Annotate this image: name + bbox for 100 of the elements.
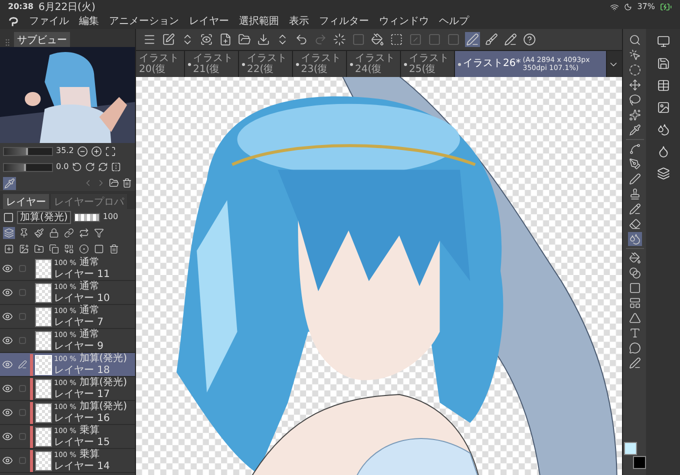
layer-action-button[interactable]: [18, 243, 30, 255]
document-tab[interactable]: イラスト20(復: [136, 51, 185, 77]
app-logo-icon[interactable]: [8, 16, 19, 27]
layer-action-button[interactable]: [48, 243, 60, 255]
eye-icon: [2, 287, 13, 298]
layer-mode-button[interactable]: [63, 227, 75, 239]
pointer-icon: [628, 49, 640, 61]
square-icon: [428, 33, 441, 46]
menu-item[interactable]: ファイル: [29, 16, 69, 26]
tool-button[interactable]: [628, 356, 642, 370]
document-tab[interactable]: イラスト24(復: [347, 51, 401, 77]
menu-item[interactable]: フィルター: [319, 16, 369, 26]
menu-item[interactable]: 選択範囲: [239, 16, 279, 26]
document-tab[interactable]: イラスト25(復: [401, 51, 455, 77]
square-icon: [94, 244, 104, 254]
layer-blend-mode: 加算(発光): [79, 353, 128, 364]
layer-mode-button[interactable]: [78, 227, 90, 239]
toolbar-button[interactable]: [389, 32, 404, 47]
main-color-swatch[interactable]: [624, 442, 636, 455]
tool-button[interactable]: [628, 341, 642, 355]
tool-button[interactable]: [628, 266, 642, 280]
rotation-slider[interactable]: [3, 162, 53, 172]
tool-button[interactable]: [628, 63, 642, 77]
document-tab[interactable]: イラスト21(復: [185, 51, 239, 77]
tool-button[interactable]: [628, 172, 642, 186]
layer-blend-mode: 通常: [79, 305, 100, 316]
eye-icon: [2, 383, 13, 394]
redo-icon: [314, 33, 327, 46]
droplets-icon: [628, 233, 640, 245]
layer-name: レイヤー 14: [54, 461, 111, 472]
layer-mode-button[interactable]: [93, 227, 105, 239]
layer-name: レイヤー 9: [54, 341, 105, 352]
layer-name: レイヤー 10: [54, 293, 111, 304]
pen-icon: [18, 360, 26, 369]
menu-item[interactable]: ヘルプ: [439, 16, 469, 26]
eyedropper-button[interactable]: [3, 176, 16, 190]
layer-thumbnail: [35, 258, 52, 278]
layer-action-button[interactable]: [33, 243, 45, 255]
subview-tab[interactable]: サブビュー: [14, 32, 70, 47]
eye-icon: [2, 335, 13, 346]
panel-tab[interactable]: レイヤー: [3, 194, 49, 209]
tool-button[interactable]: [628, 187, 642, 201]
toolbar-button[interactable]: [218, 32, 233, 47]
view-icon: [200, 33, 213, 46]
toolbar-button[interactable]: [522, 32, 537, 47]
frame-icon: [628, 297, 640, 309]
battery-percent: 37%: [637, 2, 655, 12]
tool-button[interactable]: [628, 142, 642, 156]
tool-button[interactable]: [628, 296, 642, 310]
tool-button[interactable]: [628, 78, 642, 92]
tool-button[interactable]: [628, 202, 642, 216]
toolbar-button[interactable]: [199, 32, 214, 47]
toolbar-button[interactable]: [332, 32, 347, 47]
toolbar-button[interactable]: [237, 32, 252, 47]
tool-button[interactable]: [628, 217, 642, 231]
toolbar-button[interactable]: [161, 32, 176, 47]
eraser-icon: [628, 218, 640, 230]
toolbar-button[interactable]: [294, 32, 309, 47]
opacity-slider[interactable]: [74, 212, 100, 222]
zoom-slider[interactable]: [3, 146, 53, 156]
menu-item[interactable]: 編集: [79, 16, 99, 26]
menu-item[interactable]: アニメーション: [109, 16, 179, 26]
layer-mode-button[interactable]: [3, 227, 15, 239]
square-icon: [628, 282, 640, 294]
toolbar-button[interactable]: [503, 32, 518, 47]
layer-action-button[interactable]: [108, 243, 120, 255]
tool-button[interactable]: [628, 123, 642, 137]
sub-color-swatch[interactable]: [632, 456, 646, 469]
eye-icon: [2, 311, 13, 322]
layer-mode-button[interactable]: [33, 227, 45, 239]
tool-button[interactable]: [628, 232, 642, 246]
move-icon: [628, 79, 640, 91]
layer-action-button[interactable]: [93, 243, 105, 255]
square-icon: [352, 33, 365, 46]
menu-item[interactable]: 表示: [289, 16, 309, 26]
menu-item[interactable]: レイヤー: [189, 16, 229, 26]
layer-action-button[interactable]: [3, 243, 15, 255]
toolbar-button[interactable]: [465, 32, 480, 47]
toolbar-button[interactable]: [370, 32, 385, 47]
toolbar-button[interactable]: [484, 32, 499, 47]
document-tab[interactable]: イラスト23(復: [293, 51, 347, 77]
tool-button[interactable]: [628, 48, 642, 62]
layer-blend-mode: 乗算: [79, 425, 100, 436]
tool-button[interactable]: [628, 281, 642, 295]
tool-button[interactable]: [628, 326, 642, 340]
tool-button[interactable]: [628, 251, 642, 265]
tool-button[interactable]: [628, 93, 642, 107]
tool-button[interactable]: [628, 157, 642, 171]
lasso-icon: [628, 94, 640, 106]
layer-mode-button[interactable]: [48, 227, 60, 239]
layer-thumbnail: [35, 306, 52, 326]
document-tab[interactable]: イラスト22(復: [239, 51, 293, 77]
balloon-icon: [628, 342, 640, 354]
layer-mode-button[interactable]: [18, 227, 30, 239]
dashed-circle-icon: [628, 64, 640, 76]
layer-thumbnail: [35, 426, 52, 446]
blend-mode-dropdown[interactable]: 加算(発光): [17, 210, 71, 224]
toolbar-button[interactable]: [256, 32, 271, 47]
menu-item[interactable]: ウィンドウ: [379, 16, 429, 26]
tool-button[interactable]: [628, 33, 642, 47]
